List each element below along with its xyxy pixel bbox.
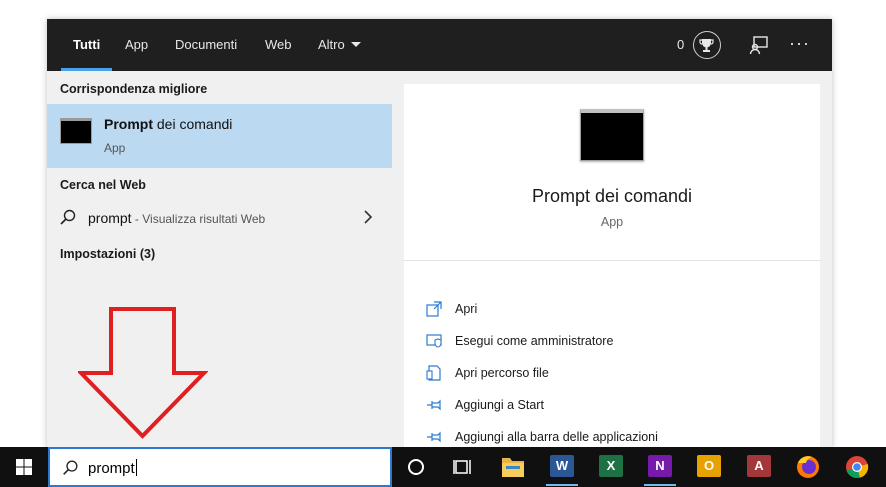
best-match-heading: Corrispondenza migliore <box>60 82 208 96</box>
taskbar-app-onenote[interactable]: N <box>636 447 684 487</box>
taskbar-app-access[interactable]: A <box>735 447 783 487</box>
pin-icon <box>427 431 441 443</box>
shield-icon <box>426 334 442 348</box>
action-open-file-location-label: Apri percorso file <box>455 366 549 380</box>
web-search-heading: Cerca nel Web <box>60 178 146 192</box>
web-query-text: prompt <box>88 210 132 226</box>
more-options-icon[interactable]: ··· <box>789 19 810 71</box>
taskbar-app-excel[interactable]: X <box>587 447 635 487</box>
best-match-title-rest: dei comandi <box>153 116 233 132</box>
task-view-icon <box>453 460 471 474</box>
taskbar-app-chrome[interactable] <box>833 447 881 487</box>
file-location-icon <box>426 365 441 381</box>
search-icon <box>60 209 76 225</box>
action-open[interactable]: Apri <box>426 298 806 322</box>
firefox-icon <box>797 456 819 478</box>
excel-icon: X <box>599 455 623 477</box>
onenote-icon: N <box>648 455 672 477</box>
action-run-as-admin-label: Esegui come amministratore <box>455 334 614 348</box>
action-open-file-location[interactable]: Apri percorso file <box>426 362 806 386</box>
feedback-icon[interactable] <box>748 34 770 56</box>
tab-documenti[interactable]: Documenti <box>175 19 237 71</box>
windows-logo-icon <box>16 459 32 475</box>
taskbar-app-firefox[interactable] <box>784 447 832 487</box>
text-cursor <box>135 459 137 476</box>
best-match-subtitle: App <box>104 141 126 155</box>
search-query-text: prompt <box>88 460 135 477</box>
open-icon <box>426 301 442 317</box>
action-pin-to-start[interactable]: Aggiungi a Start <box>426 394 806 418</box>
tab-altro-label: Altro <box>318 37 345 52</box>
command-prompt-icon <box>60 118 92 144</box>
action-pin-to-start-label: Aggiungi a Start <box>455 398 544 412</box>
action-pin-to-taskbar-label: Aggiungi alla barra delle applicazioni <box>455 430 658 444</box>
taskbar-app-outlook[interactable]: O <box>685 447 733 487</box>
best-match-title-bold: Prompt <box>104 116 153 132</box>
chrome-icon <box>846 456 869 479</box>
excel-icon-letter: X <box>606 458 616 473</box>
command-prompt-large-icon <box>580 109 644 161</box>
taskbar-search-input[interactable]: prompt <box>48 447 392 487</box>
web-search-result[interactable]: prompt - Visualizza risultati Web <box>47 203 392 235</box>
preview-title: Prompt dei comandi <box>531 186 693 206</box>
cortana-icon <box>408 459 424 475</box>
access-icon-letter: A <box>754 458 764 473</box>
taskbar: prompt W X N O A <box>0 447 886 487</box>
settings-heading[interactable]: Impostazioni (3) <box>60 247 155 261</box>
rewards-points: 0 <box>677 37 685 52</box>
word-icon-letter: W <box>555 458 569 473</box>
best-match-title: Prompt dei comandi <box>104 116 232 132</box>
start-button[interactable] <box>0 447 48 487</box>
folder-icon <box>502 458 524 477</box>
tab-app[interactable]: App <box>125 19 148 71</box>
action-run-as-admin[interactable]: Esegui come amministratore <box>426 330 806 354</box>
pin-icon <box>427 399 441 411</box>
chevron-right-icon[interactable] <box>363 210 373 224</box>
running-indicator <box>546 484 578 486</box>
best-match-result[interactable]: Prompt dei comandi App <box>47 104 392 168</box>
chevron-down-icon <box>350 42 361 47</box>
access-icon: A <box>747 455 771 477</box>
search-query: prompt <box>88 459 137 477</box>
taskbar-app-file-explorer[interactable] <box>489 447 537 487</box>
preview-pane: Prompt dei comandi App Apri Esegui come … <box>404 84 820 448</box>
cortana-button[interactable] <box>392 447 440 487</box>
search-icon <box>63 460 78 475</box>
outlook-icon: O <box>697 455 721 477</box>
web-query-desc: - Visualizza risultati Web <box>131 212 266 226</box>
tab-web[interactable]: Web <box>265 19 292 71</box>
annotation-arrow-down <box>78 307 208 439</box>
web-search-query: prompt - Visualizza risultati Web <box>88 210 265 226</box>
tab-altro[interactable]: Altro <box>318 19 361 71</box>
trophy-icon[interactable] <box>693 31 721 59</box>
word-icon: W <box>550 455 574 477</box>
divider <box>404 260 820 261</box>
task-view-button[interactable] <box>440 447 488 487</box>
tab-tutti[interactable]: Tutti <box>60 19 113 71</box>
onenote-icon-letter: N <box>655 458 665 473</box>
running-indicator <box>644 484 676 486</box>
preview-subtitle: App <box>600 215 624 229</box>
action-open-label: Apri <box>455 302 478 316</box>
outlook-icon-letter: O <box>703 458 715 473</box>
taskbar-app-word[interactable]: W <box>538 447 586 487</box>
search-filter-bar: Tutti App Documenti Web Altro 0 ··· <box>47 19 832 71</box>
